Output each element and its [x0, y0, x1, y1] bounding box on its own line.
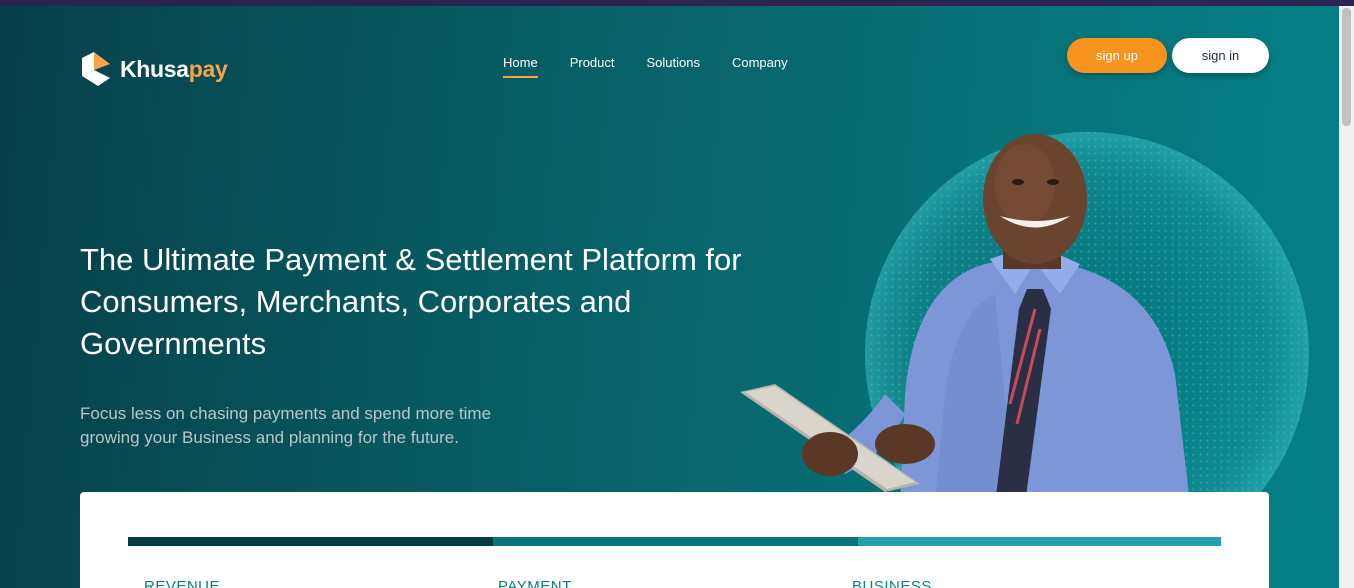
tab-bar-revenue[interactable] [128, 537, 493, 546]
progress-tabs [128, 537, 1221, 546]
tab-bar-business[interactable] [858, 537, 1221, 546]
main-nav: Home Product Solutions Company [503, 55, 820, 78]
card-label-business[interactable]: BUSINESS [852, 578, 932, 588]
card-label-revenue[interactable]: REVENUE [144, 578, 220, 588]
vertical-scrollbar[interactable] [1339, 6, 1354, 588]
card-label-payment[interactable]: PAYMENT [498, 578, 572, 588]
sign-in-button[interactable]: sign in [1172, 38, 1269, 73]
sign-up-button[interactable]: sign up [1067, 38, 1167, 73]
nav-item-product[interactable]: Product [570, 55, 615, 76]
scrollbar-thumb[interactable] [1342, 8, 1351, 126]
logo-wordmark: Khusapay [120, 56, 228, 83]
feature-card: REVENUE PAYMENT BUSINESS [80, 492, 1269, 588]
logo[interactable]: Khusapay [80, 50, 228, 88]
tab-bar-payment[interactable] [493, 537, 858, 546]
nav-item-home[interactable]: Home [503, 55, 538, 78]
nav-item-company[interactable]: Company [732, 55, 788, 76]
logo-text-pay: pay [188, 55, 228, 82]
logo-text-khusa: Khusa [120, 55, 189, 82]
hero-headline: The Ultimate Payment & Settlement Platfo… [80, 242, 742, 361]
hero-section: Khusapay Home Product Solutions Company … [0, 6, 1339, 588]
nav-item-solutions[interactable]: Solutions [647, 55, 700, 76]
hero-image-businessman-with-tablet [740, 132, 1309, 504]
khusapay-logo-icon [82, 52, 110, 86]
hero-subtext: Focus less on chasing payments and spend… [80, 404, 492, 447]
